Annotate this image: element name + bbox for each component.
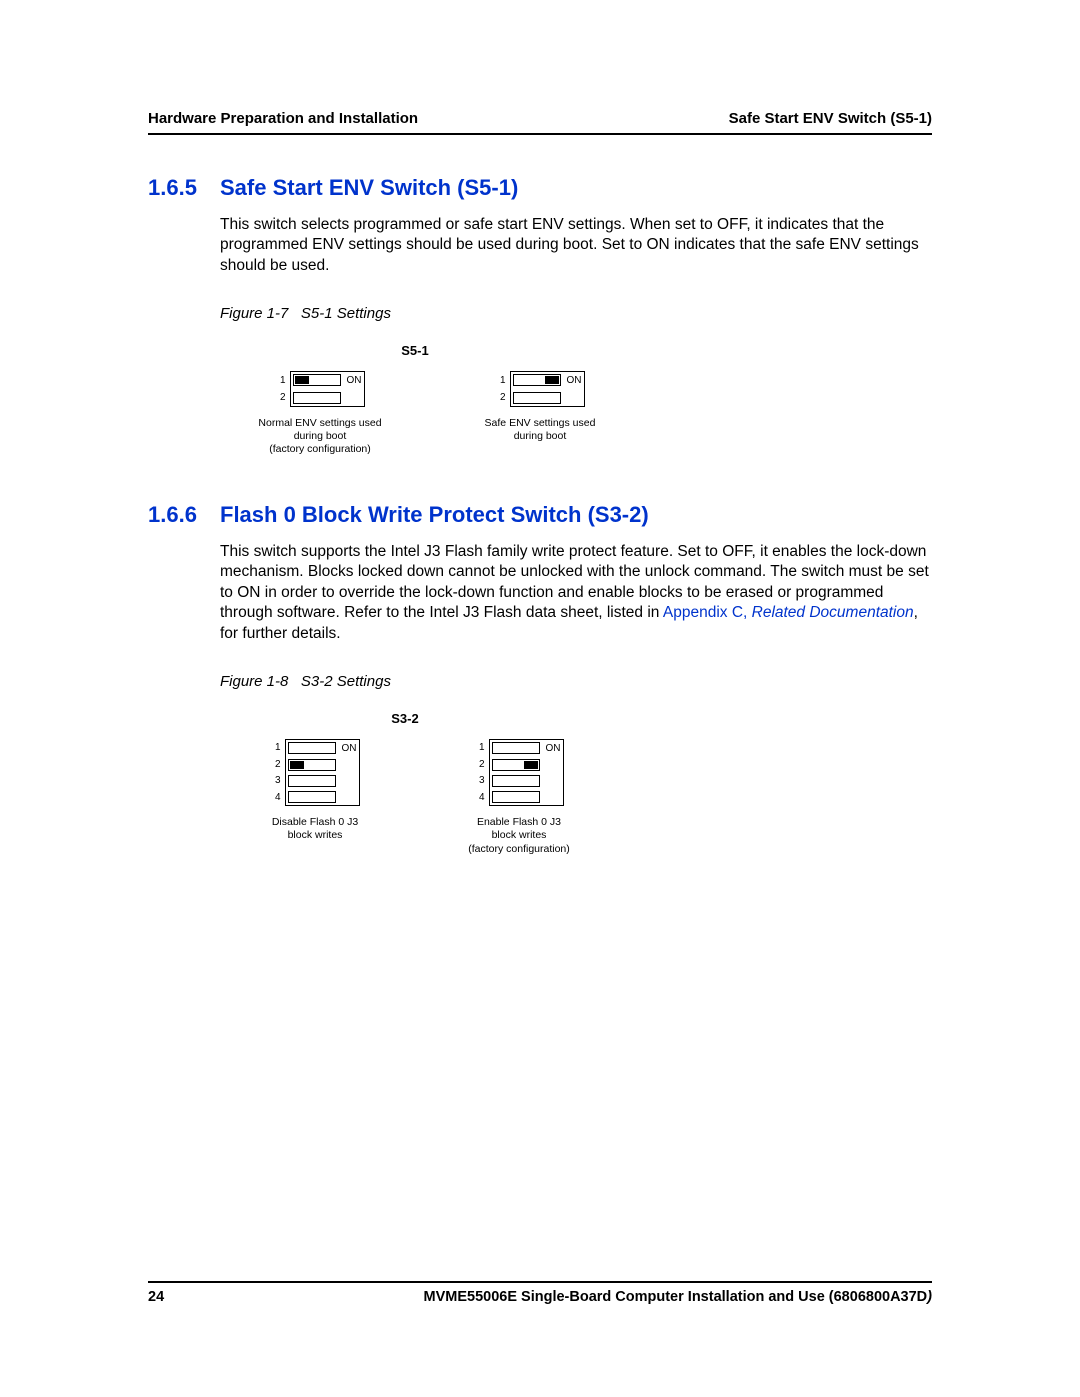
dip-knob [545, 376, 559, 384]
dip-knob [524, 761, 538, 769]
on-label: ON [347, 374, 362, 387]
switch-s3-2-disable: 1 2 3 4 ON [240, 739, 390, 856]
dip-slot [293, 374, 341, 386]
section-title: Flash 0 Block Write Protect Switch (S3-2… [220, 502, 649, 528]
section-heading: 1.6.6 Flash 0 Block Write Protect Switch… [148, 502, 932, 528]
section-number: 1.6.6 [148, 502, 220, 528]
header-left: Hardware Preparation and Installation [148, 110, 418, 127]
pin-label: 1 [271, 741, 281, 754]
figure-number: Figure 1-7 [220, 305, 288, 322]
pin-label: 4 [475, 791, 485, 804]
dip-slot [492, 742, 540, 754]
dip-slot [293, 392, 341, 404]
section-heading: 1.6.5 Safe Start ENV Switch (S5-1) [148, 175, 932, 201]
running-header: Hardware Preparation and Installation Sa… [148, 110, 932, 135]
switch-s5-1-safe: 1 2 ON [460, 371, 620, 456]
switch-s5-1-normal: 1 2 ON [240, 371, 400, 456]
section-1-6-5: 1.6.5 Safe Start ENV Switch (S5-1) This … [148, 175, 932, 456]
body-text: This switch selects programmed or safe s… [220, 216, 919, 274]
appendix-link[interactable]: Appendix C, Related Documentation [663, 604, 914, 621]
dip-switch-box: ON [489, 739, 564, 806]
figure-title: S5-1 Settings [301, 305, 391, 322]
pin-label: 2 [276, 391, 286, 404]
header-right: Safe Start ENV Switch (S5-1) [729, 110, 932, 127]
dip-slot [492, 775, 540, 787]
pin-label: 2 [271, 758, 281, 771]
section-number: 1.6.5 [148, 175, 220, 201]
section-body: This switch supports the Intel J3 Flash … [220, 542, 932, 856]
figure-caption: Figure 1-8 S3-2 Settings [220, 672, 932, 692]
dip-slot [288, 775, 336, 787]
section-body: This switch selects programmed or safe s… [220, 215, 932, 456]
pin-label: 1 [475, 741, 485, 754]
dip-slot [513, 374, 561, 386]
pin-label: 1 [276, 374, 286, 387]
page-number: 24 [148, 1289, 164, 1305]
switch-s3-2-enable: 1 2 3 4 ON [444, 739, 594, 856]
figure-1-7: S5-1 1 2 ON [240, 342, 932, 456]
switch-diagram-row: 1 2 ON [240, 371, 932, 456]
dip-slot [513, 392, 561, 404]
switch-header-label: S5-1 [240, 342, 590, 359]
pin-label: 2 [496, 391, 506, 404]
switch-caption: Enable Flash 0 J3 block writes (factory … [468, 816, 570, 855]
switch-caption: Disable Flash 0 J3 block writes [272, 816, 358, 842]
switch-caption: Normal ENV settings used during boot (fa… [258, 417, 381, 456]
dip-switch-box: ON [510, 371, 585, 406]
on-label: ON [567, 374, 582, 387]
pin-label: 3 [271, 774, 281, 787]
dip-slot [288, 759, 336, 771]
on-label: ON [546, 742, 561, 755]
switch-diagram-row: 1 2 3 4 ON [240, 739, 932, 856]
section-1-6-6: 1.6.6 Flash 0 Block Write Protect Switch… [148, 502, 932, 856]
dip-switch-box: ON [285, 739, 360, 806]
dip-slot [288, 791, 336, 803]
dip-knob [295, 376, 309, 384]
pin-label: 2 [475, 758, 485, 771]
figure-1-8: S3-2 1 2 3 4 ON [240, 710, 932, 856]
dip-slot [492, 759, 540, 771]
figure-caption: Figure 1-7 S5-1 Settings [220, 304, 932, 324]
dip-knob [290, 761, 304, 769]
switch-header-label: S3-2 [240, 710, 570, 727]
section-title: Safe Start ENV Switch (S5-1) [220, 175, 518, 201]
switch-caption: Safe ENV settings used during boot [485, 417, 596, 443]
on-label: ON [342, 742, 357, 755]
dip-switch-box: ON [290, 371, 365, 406]
figure-title: S3-2 Settings [301, 673, 391, 690]
dip-slot [492, 791, 540, 803]
figure-number: Figure 1-8 [220, 673, 288, 690]
pin-label: 1 [496, 374, 506, 387]
document-page: Hardware Preparation and Installation Sa… [0, 0, 1080, 1397]
dip-slot [288, 742, 336, 754]
pin-label: 3 [475, 774, 485, 787]
pin-label: 4 [271, 791, 281, 804]
running-footer: 24 MVME55006E Single-Board Computer Inst… [148, 1281, 932, 1305]
footer-title: MVME55006E Single-Board Computer Install… [424, 1289, 932, 1305]
